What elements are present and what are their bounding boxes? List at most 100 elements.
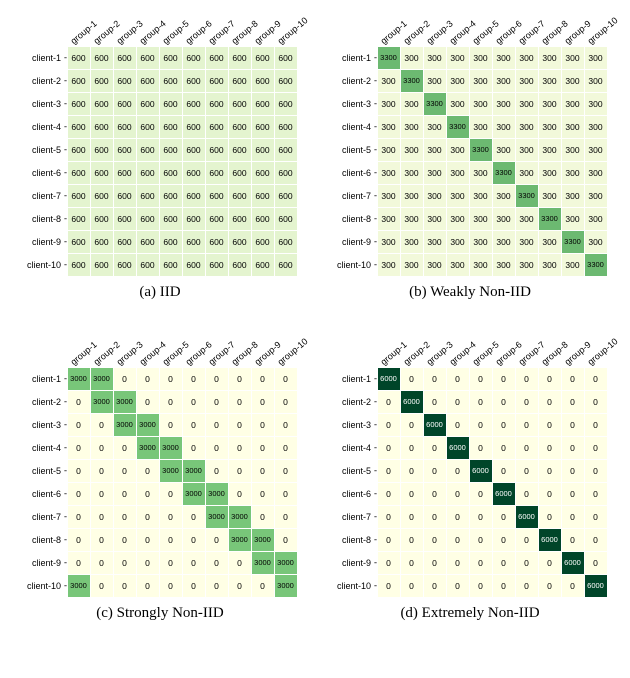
heatmap-cell: 0 [516, 437, 538, 459]
heatmap-cell: 300 [447, 139, 469, 161]
heatmap-cell: 600 [137, 254, 159, 276]
heatmap-cell: 3000 [91, 391, 113, 413]
heatmap-cell: 600 [252, 93, 274, 115]
heatmap-cell: 0 [401, 437, 423, 459]
heatmap-cell: 0 [275, 391, 297, 413]
row-tick: - [64, 489, 66, 498]
heatmap-cell: 300 [585, 139, 607, 161]
heatmap-cell: 600 [114, 254, 136, 276]
heatmap-cell: 0 [160, 506, 182, 528]
heatmap-cell: 300 [493, 116, 515, 138]
heatmap-cell: 600 [160, 47, 182, 69]
heatmap-cell: 0 [114, 460, 136, 482]
heatmap-cell: 600 [137, 47, 159, 69]
heatmap-row: client-5 -0000600000000 [333, 459, 607, 482]
row-tick: - [64, 420, 66, 429]
heatmap-cell: 0 [539, 460, 561, 482]
heatmap-cell: 300 [470, 116, 492, 138]
row-label: client-2 [23, 397, 65, 407]
heatmap-row: client-3 -600600600600600600600600600600 [23, 92, 297, 115]
heatmap-cell: 300 [470, 185, 492, 207]
heatmap-cell: 300 [562, 70, 584, 92]
heatmap-cell: 300 [493, 93, 515, 115]
heatmap-row: client-4 -0003000300000000 [23, 436, 297, 459]
heatmap-row: client-8 -0000000300030000 [23, 528, 297, 551]
heatmap-cell: 600 [183, 93, 205, 115]
heatmap-cell: 300 [516, 162, 538, 184]
row-label: client-7 [23, 191, 65, 201]
heatmap-cell: 0 [206, 368, 228, 390]
heatmap-cell: 300 [585, 231, 607, 253]
heatmap-cell: 0 [378, 414, 400, 436]
heatmap-cell: 600 [206, 185, 228, 207]
heatmap-cell: 0 [275, 437, 297, 459]
heatmap-cell: 3000 [68, 368, 90, 390]
heatmap-row: client-2 -600600600600600600600600600600 [23, 69, 297, 92]
heatmap-cell: 0 [183, 529, 205, 551]
heatmap-cell: 0 [585, 368, 607, 390]
heatmap-cell: 0 [470, 575, 492, 597]
heatmap-cell: 300 [539, 116, 561, 138]
heatmap-cell: 0 [539, 437, 561, 459]
heatmap-cell: 600 [160, 93, 182, 115]
heatmap-cell: 0 [516, 552, 538, 574]
heatmap-cell: 0 [401, 529, 423, 551]
heatmap-cell: 600 [114, 139, 136, 161]
heatmap-cell: 3300 [493, 162, 515, 184]
heatmap-cell: 300 [585, 116, 607, 138]
row-label: client-1 [23, 53, 65, 63]
heatmap-cell: 3000 [229, 506, 251, 528]
heatmap-cell: 0 [275, 483, 297, 505]
heatmap-cell: 600 [114, 208, 136, 230]
heatmap-cell: 600 [91, 47, 113, 69]
heatmap-cell: 300 [401, 254, 423, 276]
heatmap-cell: 0 [114, 437, 136, 459]
heatmap-cell: 300 [516, 208, 538, 230]
heatmap-cell: 300 [539, 254, 561, 276]
heatmap-cell: 300 [470, 70, 492, 92]
heatmap-cell: 0 [68, 483, 90, 505]
heatmap-cell: 600 [68, 254, 90, 276]
heatmap-cell: 0 [137, 552, 159, 574]
heatmap-cell: 3000 [68, 575, 90, 597]
heatmap-cell: 300 [493, 70, 515, 92]
heatmap-cell: 600 [183, 70, 205, 92]
heatmap-cell: 0 [206, 529, 228, 551]
heatmap-row: client-3 -0030003000000000 [23, 413, 297, 436]
heatmap-cell: 600 [91, 116, 113, 138]
heatmap-cell: 300 [493, 208, 515, 230]
heatmap-cell: 0 [137, 483, 159, 505]
heatmap-cell: 0 [183, 391, 205, 413]
heatmap-cell: 600 [206, 254, 228, 276]
heatmap-cell: 0 [252, 460, 274, 482]
heatmap-row: client-10 -60060060060060060060060060060… [23, 253, 297, 276]
row-tick: - [374, 237, 376, 246]
heatmap-cell: 600 [68, 70, 90, 92]
heatmap-cell: 600 [68, 47, 90, 69]
heatmap-cell: 300 [562, 208, 584, 230]
row-tick: - [64, 76, 66, 85]
heatmap-cell: 300 [562, 162, 584, 184]
row-tick: - [374, 99, 376, 108]
heatmap-cell: 0 [516, 575, 538, 597]
heatmap-cell: 3300 [516, 185, 538, 207]
heatmap-row: client-5 -0000300030000000 [23, 459, 297, 482]
heatmap-cell: 0 [91, 437, 113, 459]
heatmap-cell: 0 [539, 552, 561, 574]
heatmap-cell: 0 [562, 506, 584, 528]
row-label: client-7 [23, 512, 65, 522]
heatmap-cell: 0 [424, 506, 446, 528]
heatmap-cell: 0 [137, 506, 159, 528]
heatmap-cell: 3000 [91, 368, 113, 390]
heatmap-row: client-1 -330030030030030030030030030030… [333, 46, 607, 69]
heatmap-cell: 300 [424, 208, 446, 230]
heatmap-cell: 300 [493, 231, 515, 253]
heatmap-cell: 0 [493, 391, 515, 413]
heatmap-cell: 300 [424, 70, 446, 92]
row-tick: - [374, 76, 376, 85]
heatmap-row: client-3 -0060000000000 [333, 413, 607, 436]
heatmap-cell: 300 [470, 162, 492, 184]
heatmap-cell: 0 [160, 391, 182, 413]
heatmap-cell: 300 [447, 93, 469, 115]
column-header: group-1 [379, 24, 403, 46]
